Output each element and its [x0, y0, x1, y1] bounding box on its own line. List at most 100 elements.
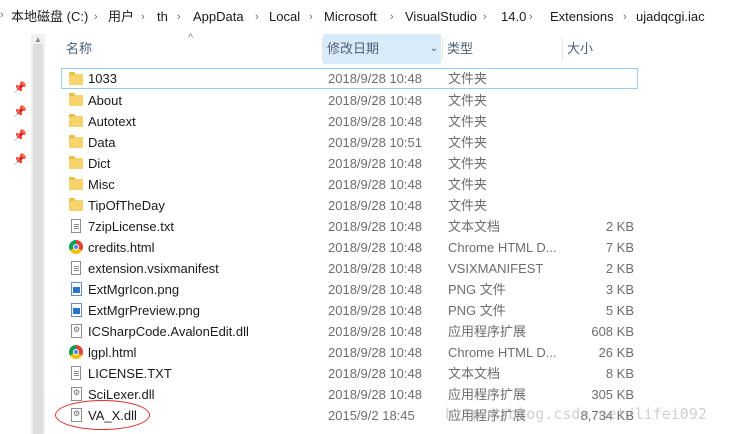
address-bar[interactable]: › 本地磁盘 (C:) › 用户 › th › AppData › Local …: [0, 0, 742, 35]
pin-icon: 📌: [13, 106, 27, 118]
chevron-right-icon[interactable]: ›: [141, 9, 145, 25]
file-size: 7 KB: [605, 240, 634, 255]
file-name: ExtMgrIcon.png: [88, 282, 180, 297]
column-header-size-label: 大小: [567, 41, 594, 56]
file-date: 2018/9/28 10:48: [328, 198, 422, 213]
file-date: 2018/9/28 10:48: [328, 261, 422, 276]
column-header-name[interactable]: 名称: [46, 34, 316, 64]
watermark-text: http://blog.csdn.net/lifei092: [445, 405, 707, 423]
folder-icon: [69, 156, 83, 170]
highlight-annotation: [55, 400, 150, 430]
text-file-icon: [69, 219, 83, 233]
list-item[interactable]: Misc 2018/9/28 10:48 文件夹: [62, 174, 638, 195]
chevron-right-icon[interactable]: ›: [483, 9, 487, 25]
file-icon: [69, 261, 83, 275]
list-item[interactable]: 1033 2018/9/28 10:48 文件夹: [61, 68, 638, 89]
file-date: 2018/9/28 10:48: [328, 324, 422, 339]
chevron-right-icon[interactable]: ›: [177, 9, 181, 25]
file-date: 2018/9/28 10:48: [328, 366, 422, 381]
column-header-name-label: 名称: [66, 41, 93, 56]
folder-icon: [69, 114, 83, 128]
file-name: lgpl.html: [88, 345, 137, 360]
file-date: 2018/9/28 10:48: [328, 156, 422, 171]
chevron-right-icon[interactable]: ›: [529, 9, 533, 25]
list-item[interactable]: Autotext 2018/9/28 10:48 文件夹: [62, 111, 638, 132]
file-type: VSIXMANIFEST: [448, 261, 544, 276]
breadcrumb-item-extensions[interactable]: Extensions: [550, 9, 614, 25]
list-item[interactable]: ExtMgrPreview.png 2018/9/28 10:48 PNG 文件…: [62, 300, 638, 321]
list-item[interactable]: ExtMgrIcon.png 2018/9/28 10:48 PNG 文件 3 …: [62, 279, 638, 300]
breadcrumb-item-user[interactable]: th: [157, 9, 168, 25]
chevron-right-icon[interactable]: ›: [623, 9, 627, 25]
file-type: 文件夹: [448, 156, 488, 171]
text-file-icon: [69, 366, 83, 380]
file-type: Chrome HTML D...: [448, 345, 557, 360]
file-name: LICENSE.TXT: [88, 366, 172, 381]
pin-icon: 📌: [13, 154, 27, 166]
file-type: PNG 文件: [448, 282, 506, 297]
list-item[interactable]: TipOfTheDay 2018/9/28 10:48 文件夹: [62, 195, 638, 216]
file-date: 2018/9/28 10:51: [328, 135, 422, 150]
column-header-size[interactable]: 大小: [563, 34, 643, 64]
list-item[interactable]: 7zipLicense.txt 2018/9/28 10:48 文本文档 2 K…: [62, 216, 638, 237]
list-item[interactable]: SciLexer.dll 2018/9/28 10:48 应用程序扩展 305 …: [62, 384, 638, 405]
list-item[interactable]: lgpl.html 2018/9/28 10:48 Chrome HTML D.…: [62, 342, 638, 363]
column-header-type[interactable]: 类型: [443, 34, 561, 64]
file-date: 2018/9/28 10:48: [328, 282, 422, 297]
breadcrumb-item-users[interactable]: 用户: [108, 9, 134, 25]
file-size: 608 KB: [591, 324, 634, 339]
column-header-date[interactable]: 修改日期: [323, 34, 441, 64]
file-size: 305 KB: [591, 387, 634, 402]
folder-icon: [69, 177, 83, 191]
chevron-right-icon[interactable]: ›: [0, 9, 4, 21]
dll-file-icon: [69, 387, 83, 401]
file-list[interactable]: 1033 2018/9/28 10:48 文件夹 About 2018/9/28…: [46, 66, 742, 434]
list-item[interactable]: extension.vsixmanifest 2018/9/28 10:48 V…: [62, 258, 638, 279]
file-name: Misc: [88, 177, 115, 192]
pin-icon: 📌: [13, 130, 27, 142]
list-item[interactable]: Dict 2018/9/28 10:48 文件夹: [62, 153, 638, 174]
file-size: 5 KB: [605, 303, 634, 318]
folder-icon: [69, 198, 83, 212]
file-date: 2018/9/28 10:48: [328, 219, 422, 234]
nav-scrollbar-thumb[interactable]: [33, 44, 43, 434]
file-type: 文件夹: [448, 177, 488, 192]
file-name: Dict: [88, 156, 111, 171]
chevron-right-icon[interactable]: ›: [390, 9, 394, 25]
column-header-type-label: 类型: [447, 41, 474, 56]
file-size: 8 KB: [605, 366, 634, 381]
file-type: 文本文档: [448, 366, 501, 381]
chevron-right-icon[interactable]: ›: [255, 9, 259, 25]
file-size: 3 KB: [605, 282, 634, 297]
breadcrumb-item-current[interactable]: ujadqcgi.iac: [636, 9, 705, 25]
list-item[interactable]: Data 2018/9/28 10:51 文件夹: [62, 132, 638, 153]
file-type: 应用程序扩展: [448, 387, 527, 402]
file-name: extension.vsixmanifest: [88, 261, 219, 276]
navigation-pane[interactable]: 📌 📌 📌 📌: [0, 34, 32, 434]
png-file-icon: [69, 303, 83, 317]
file-date: 2018/9/28 10:48: [328, 240, 422, 255]
dll-file-icon: [69, 324, 83, 338]
breadcrumb-item-appdata[interactable]: AppData: [193, 9, 244, 25]
list-item[interactable]: credits.html 2018/9/28 10:48 Chrome HTML…: [62, 237, 638, 258]
breadcrumb-item-local[interactable]: Local: [269, 9, 300, 25]
breadcrumb-item-visualstudio[interactable]: VisualStudio: [405, 9, 477, 25]
file-date: 2018/9/28 10:48: [328, 93, 422, 108]
list-item[interactable]: ICSharpCode.AvalonEdit.dll 2018/9/28 10:…: [62, 321, 638, 342]
list-item[interactable]: About 2018/9/28 10:48 文件夹: [62, 90, 638, 111]
column-header-date-label: 修改日期: [327, 41, 380, 56]
chevron-down-icon[interactable]: ⌄: [427, 34, 441, 64]
file-type: 文件夹: [448, 114, 488, 129]
breadcrumb-item-drive[interactable]: 本地磁盘 (C:): [11, 9, 88, 25]
file-size: 26 KB: [598, 345, 634, 360]
breadcrumb-item-version[interactable]: 14.0: [501, 9, 526, 25]
file-date: 2018/9/28 10:48: [328, 177, 422, 192]
breadcrumb-item-microsoft[interactable]: Microsoft: [324, 9, 377, 25]
list-item[interactable]: LICENSE.TXT 2018/9/28 10:48 文本文档 8 KB: [62, 363, 638, 384]
chevron-right-icon[interactable]: ›: [94, 9, 98, 25]
chevron-right-icon[interactable]: ›: [309, 9, 313, 25]
pin-icon: 📌: [13, 82, 27, 94]
file-type: 应用程序扩展: [448, 324, 527, 339]
scroll-up-arrow-icon[interactable]: ▲: [33, 36, 43, 44]
file-name: ExtMgrPreview.png: [88, 303, 200, 318]
